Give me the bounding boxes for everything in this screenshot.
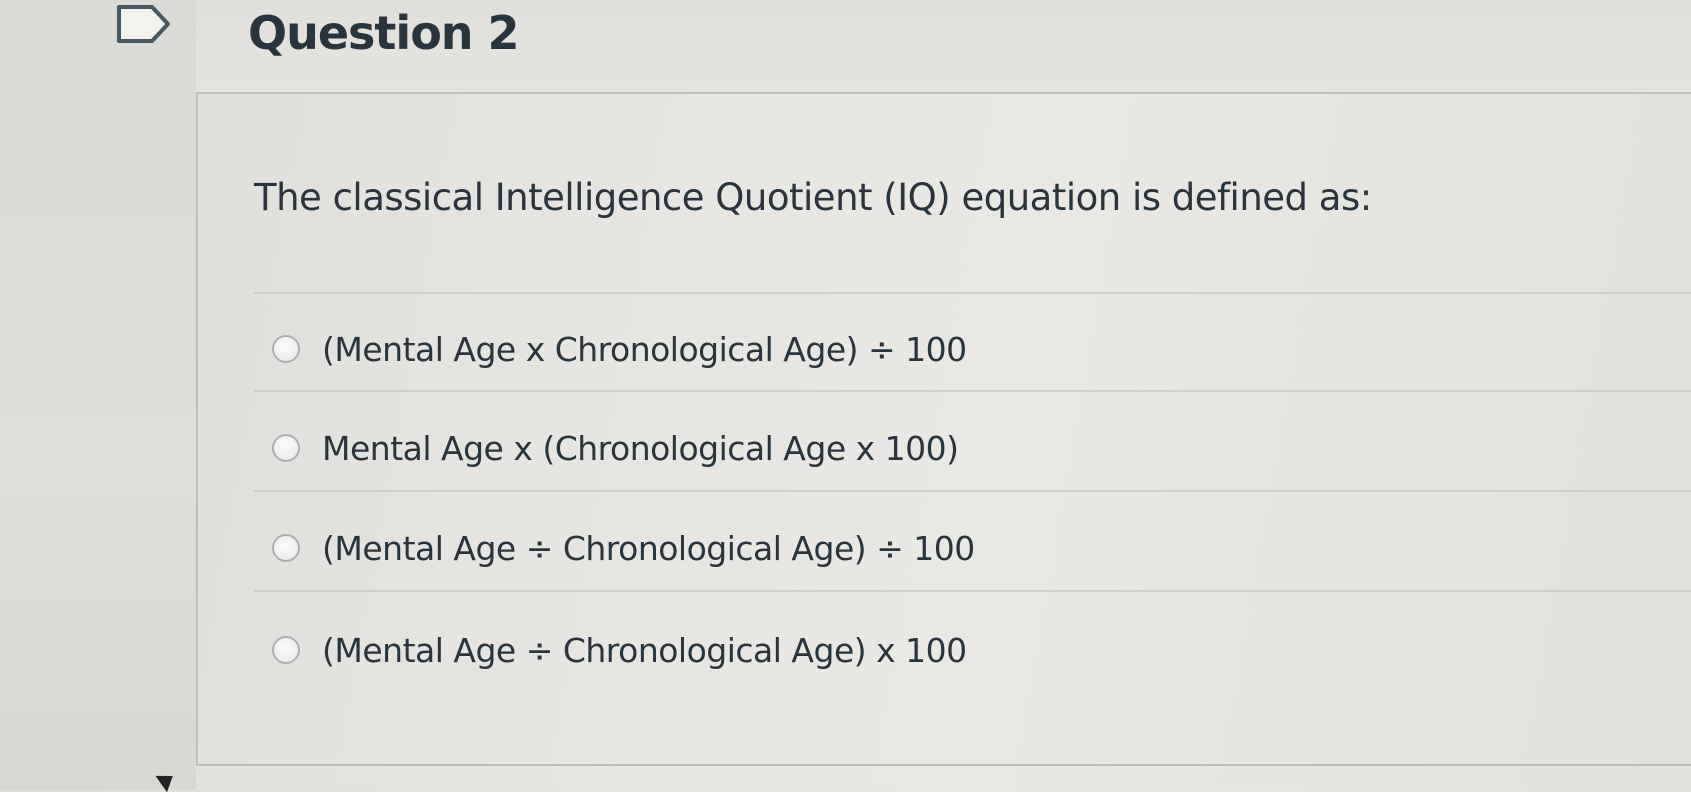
left-gutter — [0, 0, 196, 790]
answer-option-1[interactable]: (Mental Age x Chronological Age) ÷ 100 — [272, 319, 1572, 379]
question-text: The classical Intelligence Quotient (IQ)… — [254, 176, 1372, 219]
question-title: Question 2 — [248, 6, 520, 60]
answer-label: (Mental Age ÷ Chronological Age) ÷ 100 — [322, 528, 975, 568]
flag-question-icon[interactable] — [116, 4, 172, 44]
radio-button-icon[interactable] — [272, 636, 300, 664]
question-header: Question 2 — [196, 0, 1691, 94]
radio-button-icon[interactable] — [272, 434, 300, 462]
answer-label: (Mental Age ÷ Chronological Age) x 100 — [322, 630, 967, 670]
question-card: The classical Intelligence Quotient (IQ)… — [196, 94, 1691, 766]
answer-label: Mental Age x (Chronological Age x 100) — [322, 428, 959, 468]
radio-button-icon[interactable] — [272, 534, 300, 562]
answer-option-4[interactable]: (Mental Age ÷ Chronological Age) x 100 — [272, 620, 1572, 680]
answer-divider — [254, 590, 1691, 592]
answer-divider — [254, 390, 1691, 392]
radio-button-icon[interactable] — [272, 335, 300, 363]
answer-option-2[interactable]: Mental Age x (Chronological Age x 100) — [272, 418, 1572, 478]
answer-label: (Mental Age x Chronological Age) ÷ 100 — [322, 329, 967, 369]
answer-divider — [254, 292, 1691, 294]
answer-option-3[interactable]: (Mental Age ÷ Chronological Age) ÷ 100 — [272, 518, 1572, 578]
answer-divider — [254, 490, 1691, 492]
